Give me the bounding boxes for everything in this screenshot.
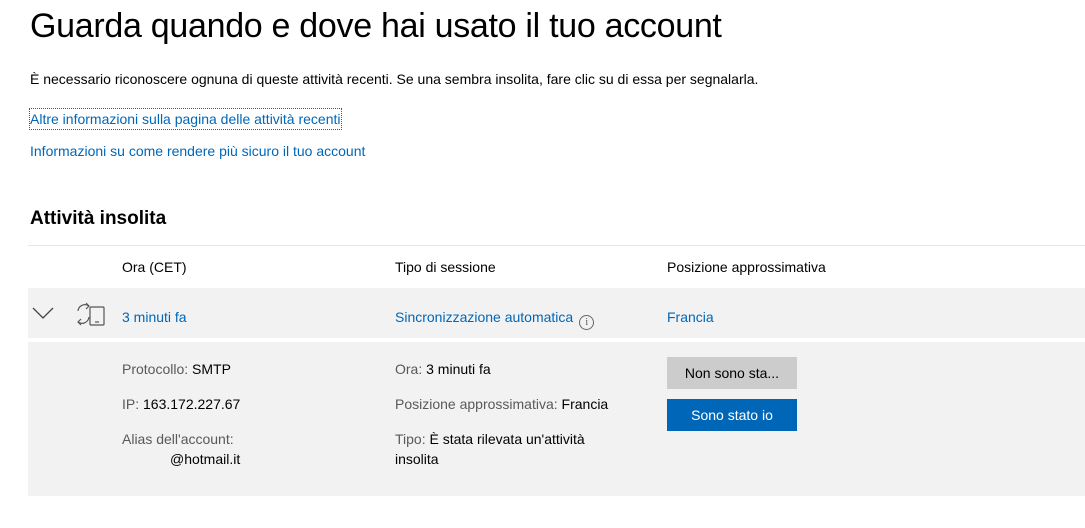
table-header: Ora (CET) Tipo di sessione Posizione app… [28, 245, 1085, 288]
not-me-button[interactable]: Non sono sta... [667, 357, 797, 389]
detail-time: Ora: 3 minuti fa [395, 361, 491, 377]
it-was-me-button[interactable]: Sono stato io [667, 399, 797, 431]
detail-alias-value: @hotmail.it [170, 451, 241, 467]
column-header-time: Ora (CET) [122, 259, 187, 275]
secure-account-info-link[interactable]: Informazioni su come rendere più sicuro … [30, 141, 365, 161]
detail-ip: IP: 163.172.227.67 [122, 396, 241, 412]
column-header-location: Posizione approssimativa [667, 259, 826, 275]
detail-type-continued: insolita [395, 451, 439, 467]
info-icon[interactable]: i [579, 315, 595, 330]
session-type-label: Sincronizzazione automatica [395, 309, 574, 325]
page-title: Guarda quando e dove hai usato il tuo ac… [30, 7, 722, 45]
section-title: Attività insolita [30, 208, 167, 229]
activity-details: Protocollo: SMTP IP: 163.172.227.67 Alia… [28, 342, 1085, 496]
activity-location: Francia [667, 309, 714, 325]
activity-time: 3 minuti fa [122, 309, 187, 325]
detail-type: Tipo: È stata rilevata un'attività [395, 431, 585, 447]
detail-alias-label: Alias dell'account: [122, 431, 234, 447]
chevron-down-icon[interactable] [31, 305, 55, 321]
detail-protocol: Protocollo: SMTP [122, 361, 231, 377]
detail-location: Posizione approssimativa: Francia [395, 396, 609, 412]
activity-table: Ora (CET) Tipo di sessione Posizione app… [28, 245, 1085, 496]
intro-text: È necessario riconoscere ognuna di quest… [30, 71, 759, 87]
activity-session-type: Sincronizzazione automatica i [395, 308, 595, 330]
recent-activity-info-link[interactable]: Altre informazioni sulla pagina delle at… [29, 108, 342, 130]
activity-row[interactable]: 3 minuti fa Sincronizzazione automatica i… [28, 288, 1085, 338]
column-header-session-type: Tipo di sessione [395, 259, 496, 275]
sync-device-icon [77, 302, 105, 326]
